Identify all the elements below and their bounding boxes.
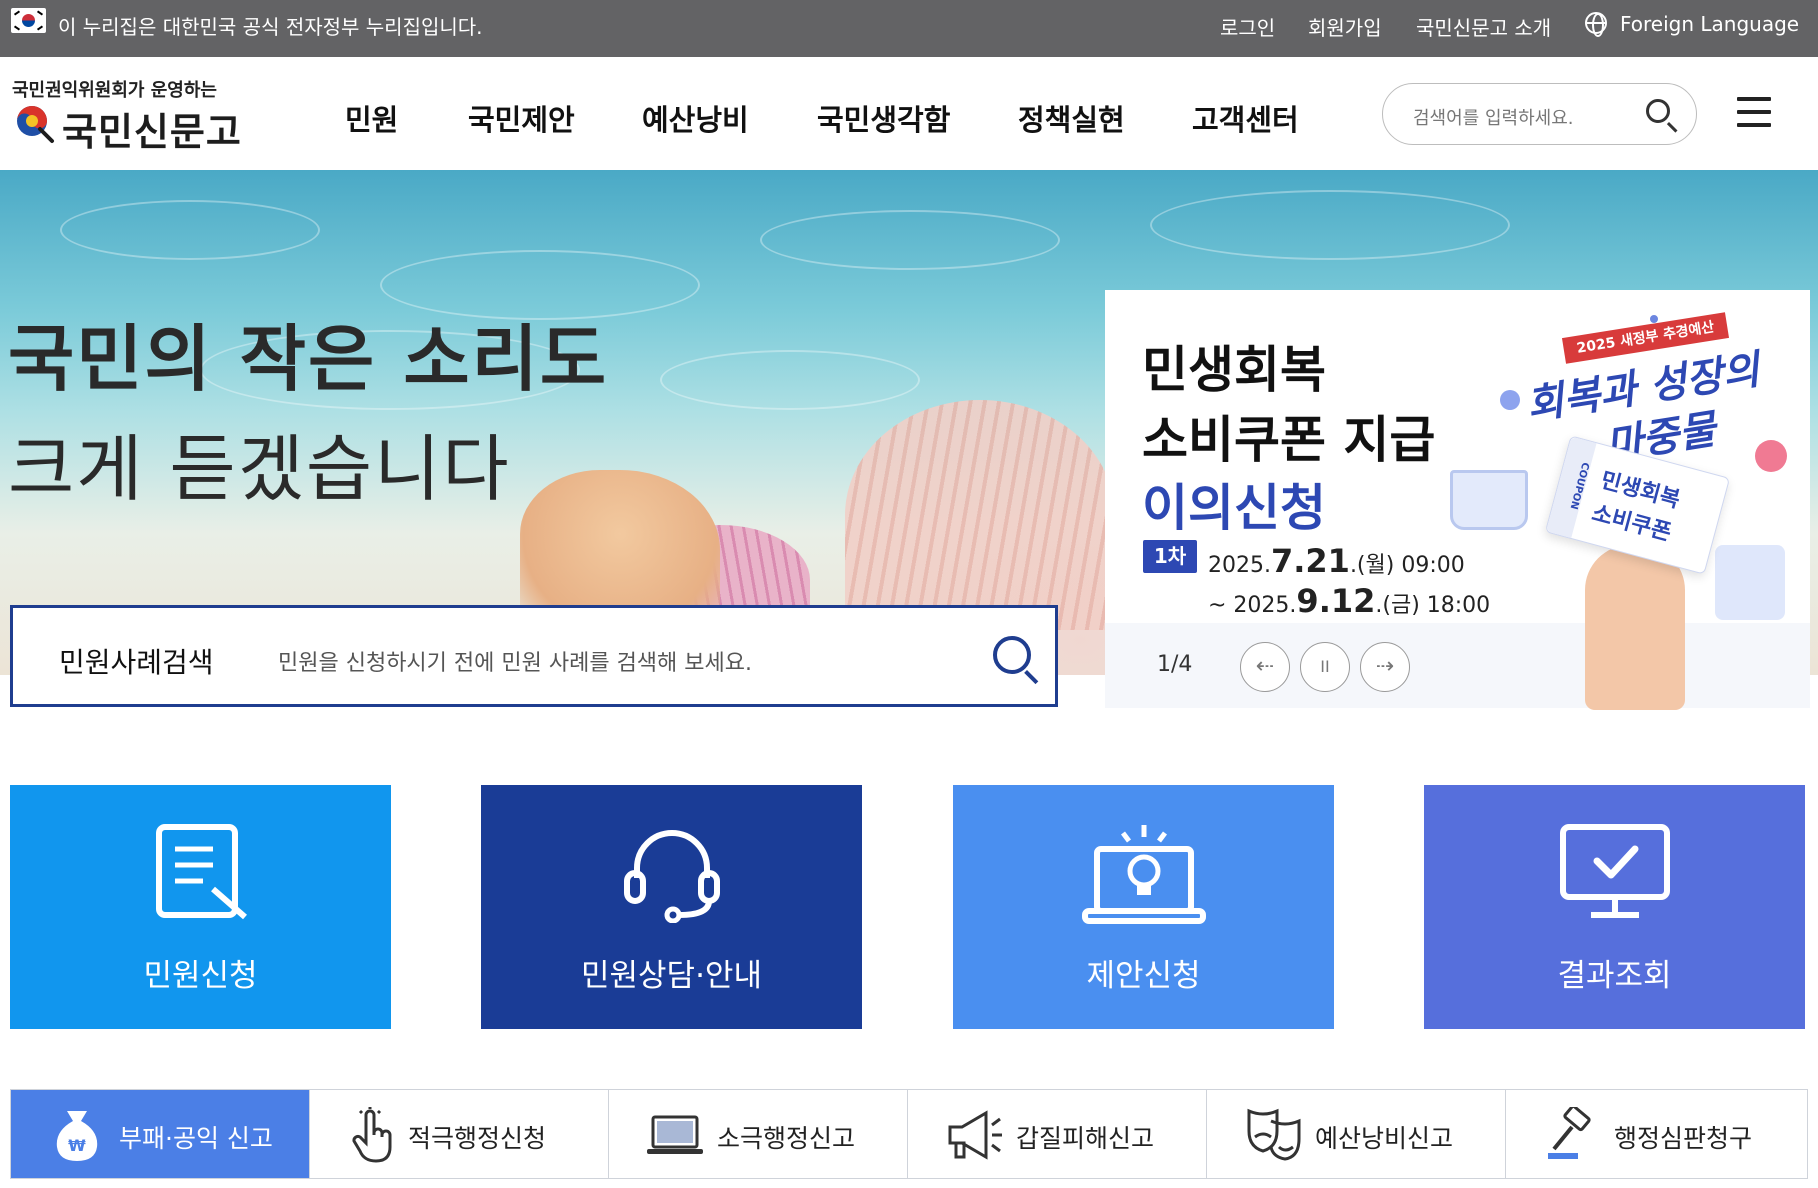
case-search-input[interactable]: 민원을 신청하시기 전에 민원 사례를 검색해 보세요. [278, 645, 752, 677]
tab-label: 행정심판청구 [1614, 1124, 1753, 1153]
date-end-day: 9.12 [1296, 582, 1376, 620]
banner-next-button[interactable]: ⇢ [1360, 642, 1410, 692]
promo-banner[interactable]: 민생회복 소비쿠폰 지급 이의신청 1차 2025.7.21.(월) 09:00… [1105, 290, 1810, 710]
case-search-label: 민원사례검색 [59, 646, 214, 679]
pointer-hand-icon [352, 1107, 392, 1163]
tab-abuse-report[interactable]: 갑질피해신고 [908, 1090, 1207, 1178]
logo-subtitle: 국민권익위원회가 운영하는 [12, 80, 217, 101]
login-link[interactable]: 로그인 [1220, 12, 1275, 41]
svg-text:₩: ₩ [68, 1136, 86, 1155]
round-badge: 1차 [1143, 540, 1197, 573]
gov-banner: 이 누리집은 대한민국 공식 전자정부 누리집입니다. 로그인 회원가입 국민신… [0, 0, 1818, 57]
decor-dot [1650, 315, 1658, 323]
globe-icon [1585, 12, 1607, 37]
about-link[interactable]: 국민신문고 소개 [1416, 12, 1551, 41]
tab-passive-admin-report[interactable]: 소극행정신고 [609, 1090, 908, 1178]
monitor-check-icon [1559, 824, 1670, 918]
headset-icon [623, 830, 720, 923]
decor-dot [1500, 390, 1520, 410]
decor-dot [1755, 440, 1787, 472]
banner-counter: 1/4 [1157, 652, 1193, 677]
date-start-day: 7.21 [1270, 542, 1350, 580]
nav-policy-realization[interactable]: 정책실현 [1018, 97, 1125, 139]
gavel-icon [1548, 1107, 1591, 1159]
tab-label: 소극행정신고 [717, 1124, 856, 1153]
nav-budget-waste[interactable]: 예산낭비 [642, 97, 749, 139]
tile-civil-application[interactable]: 민원신청 [10, 785, 391, 1029]
tab-label: 갑질피해신고 [1016, 1124, 1155, 1153]
report-tab-bar: ₩ 부패·공익 신고 적극행정신청 소극행정신고 갑질피해신고 예산낭비신고 행… [10, 1089, 1808, 1179]
logo-mark-icon[interactable] [12, 101, 56, 145]
search-icon[interactable] [993, 636, 1031, 674]
banner-prev-button[interactable]: ⇠ [1240, 642, 1290, 692]
tile-label: 제안신청 [1086, 958, 1201, 994]
hand-illustration [1585, 545, 1685, 710]
tab-label: 예산낭비신고 [1315, 1124, 1454, 1153]
tile-result-inquiry[interactable]: 결과조회 [1424, 785, 1805, 1029]
tab-corruption-report[interactable]: ₩ 부패·공익 신고 [11, 1090, 310, 1178]
seashell-image [845, 400, 1115, 630]
laptop-icon [647, 1115, 703, 1154]
date-start-suffix: .(월) 09:00 [1349, 553, 1465, 578]
nav-public-opinion[interactable]: 국민생각함 [817, 97, 950, 139]
banner-pause-button[interactable]: II [1300, 642, 1350, 692]
tile-proposal[interactable]: 제안신청 [953, 785, 1334, 1029]
banner-date-start: 2025.7.21.(월) 09:00 [1208, 542, 1465, 580]
tab-proactive-admin[interactable]: 적극행정신청 [310, 1090, 609, 1178]
signup-link[interactable]: 회원가입 [1308, 12, 1382, 41]
tile-consultation[interactable]: 민원상담·안내 [481, 785, 862, 1029]
gov-notice: 이 누리집은 대한민국 공식 전자정부 누리집입니다. [58, 15, 483, 39]
tab-label: 적극행정신청 [408, 1124, 547, 1153]
korea-flag-icon [11, 8, 46, 33]
foreign-language-link[interactable]: Foreign Language [1620, 12, 1799, 36]
search-icon[interactable] [1646, 99, 1670, 123]
tile-label: 민원신청 [143, 958, 258, 994]
header-search[interactable]: 검색어를 입력하세요. [1382, 83, 1697, 145]
masks-icon [1247, 1108, 1301, 1161]
banner-title-line2: 소비쿠폰 지급 [1142, 411, 1436, 469]
nav-national-proposal[interactable]: 국민제안 [468, 97, 575, 139]
banner-controls-bar [1105, 623, 1810, 708]
menu-icon[interactable] [1737, 97, 1771, 127]
date-end-prefix: ~ 2025. [1208, 593, 1297, 618]
document-pen-icon [155, 824, 247, 920]
tile-label: 결과조회 [1557, 958, 1672, 994]
megaphone-icon [948, 1110, 1002, 1160]
laptop-bulb-icon [1081, 825, 1206, 924]
tab-budget-waste-report[interactable]: 예산낭비신고 [1207, 1090, 1506, 1178]
date-start-prefix: 2025. [1208, 553, 1271, 578]
nav-customer-center[interactable]: 고객센터 [1192, 97, 1299, 139]
hero-title-line1: 국민의 작은 소리도 [8, 317, 609, 401]
banner-date-end: ~ 2025.9.12.(금) 18:00 [1208, 582, 1490, 620]
header-search-input[interactable]: 검색어를 입력하세요. [1413, 104, 1573, 130]
shopping-basket-icon [1450, 470, 1528, 530]
hero-title-line2: 크게 듣겠습니다 [8, 427, 511, 511]
tile-label: 민원상담·안내 [581, 958, 762, 994]
date-end-suffix: .(금) 18:00 [1375, 593, 1491, 618]
shopping-bag-icon [1715, 545, 1785, 620]
money-bag-icon: ₩ [56, 1111, 98, 1161]
banner-title-line3: 이의신청 [1142, 479, 1326, 537]
tab-label: 부패·공익 신고 [119, 1124, 273, 1153]
site-logo[interactable]: 국민신문고 [62, 101, 242, 156]
tab-admin-appeal[interactable]: 행정심판청구 [1506, 1090, 1807, 1178]
banner-title-line1: 민생회복 [1142, 341, 1326, 399]
nav-civil-complaint[interactable]: 민원 [345, 97, 398, 139]
case-search-bar[interactable]: 민원사례검색 민원을 신청하시기 전에 민원 사례를 검색해 보세요. [10, 605, 1058, 707]
site-header: 국민권익위원회가 운영하는 국민신문고 민원 국민제안 예산낭비 국민생각함 정… [0, 57, 1818, 170]
